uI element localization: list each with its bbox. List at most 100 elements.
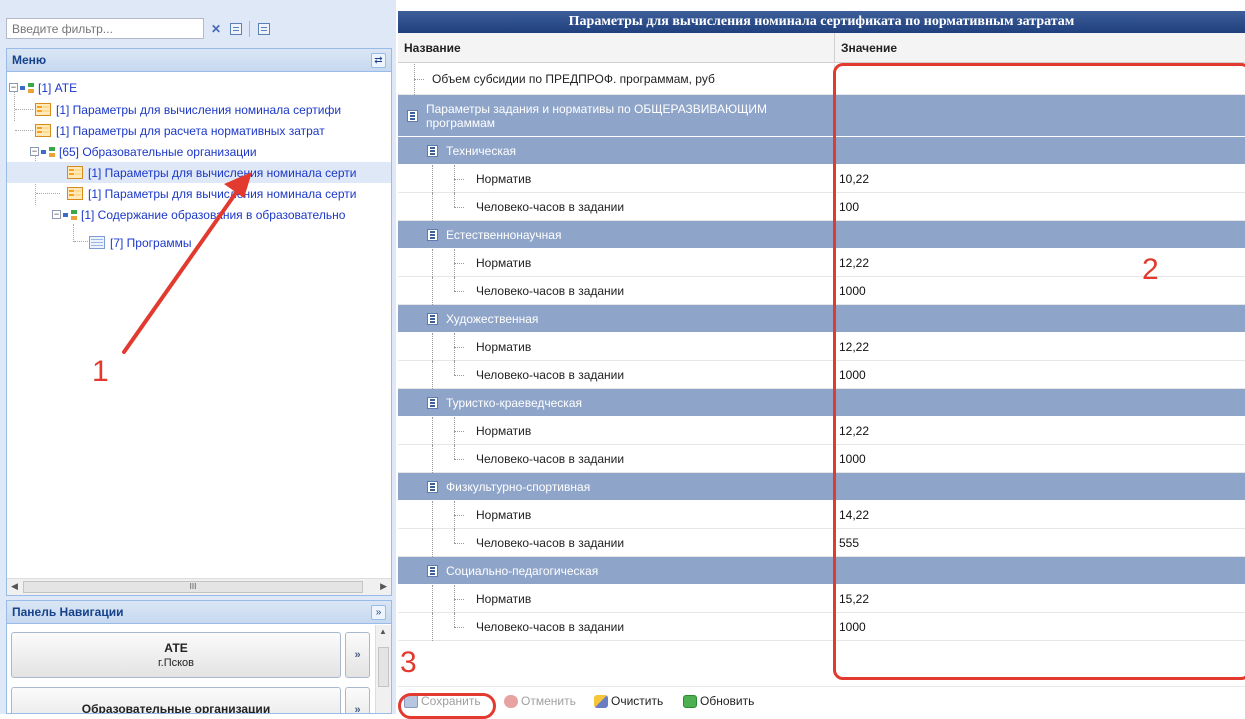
tree-connector xyxy=(454,277,455,291)
grid-param-row[interactable]: Человеко-часов в задании 1000 xyxy=(398,277,1245,305)
grid-subgroup-row[interactable]: Физкультурно-спортивная xyxy=(398,473,1245,501)
tree-node-params-certificate-2[interactable]: [1] Параметры для вычисления номинала се… xyxy=(67,183,358,204)
param-label: Норматив xyxy=(476,507,532,522)
expand-tree-button[interactable] xyxy=(226,18,246,39)
collapse-group-icon[interactable] xyxy=(427,312,438,325)
param-label: Человеко-часов в задании xyxy=(476,619,625,634)
value-cell[interactable]: 1000 xyxy=(835,361,1245,388)
tree-node-params-costs[interactable]: [1] Параметры для расчета нормативных за… xyxy=(35,120,327,141)
grid-param-row[interactable]: Человеко-часов в задании 555 xyxy=(398,529,1245,557)
tree-connector xyxy=(454,207,464,208)
nav-go-button[interactable]: » xyxy=(345,632,370,678)
value-cell[interactable]: 14,22 xyxy=(835,501,1245,528)
value-cell[interactable]: 12,22 xyxy=(835,249,1245,276)
value-cell[interactable]: 12,22 xyxy=(835,417,1245,444)
value-cell xyxy=(835,557,1245,584)
tree-node-label: [65] Образовательные организации xyxy=(59,144,257,159)
column-header-value[interactable]: Значение xyxy=(835,33,1245,63)
name-cell: Человеко-часов в задании xyxy=(398,277,835,305)
grid-subgroup-row[interactable]: Социально-педагогическая xyxy=(398,557,1245,585)
collapse-group-icon[interactable] xyxy=(427,228,438,241)
collapse-panel-button[interactable]: » xyxy=(371,605,386,620)
scroll-up-icon[interactable]: ▲ xyxy=(379,627,387,636)
close-icon: ✕ xyxy=(210,21,222,36)
collapse-group-icon[interactable] xyxy=(427,480,438,493)
value-cell[interactable]: 1000 xyxy=(835,277,1245,304)
collapse-group-icon[interactable] xyxy=(427,144,438,157)
collapse-group-icon[interactable] xyxy=(427,396,438,409)
param-label: Объем субсидии по ПРЕДПРОФ. программам, … xyxy=(432,72,715,86)
grid-param-row[interactable]: Норматив 12,22 xyxy=(398,249,1245,277)
collapse-toggle-icon[interactable]: − xyxy=(52,210,61,219)
cancel-button[interactable]: Отменить xyxy=(504,692,576,710)
scroll-right-icon[interactable]: ▶ xyxy=(380,581,387,592)
grid-subgroup-row[interactable]: Художественная xyxy=(398,305,1245,333)
refresh-menu-button[interactable]: ⇄ xyxy=(371,53,386,68)
value-cell[interactable]: 1000 xyxy=(835,445,1245,472)
collapse-group-icon[interactable] xyxy=(407,109,418,122)
value-cell[interactable] xyxy=(835,64,1245,94)
grid-param-row[interactable]: Человеко-часов в задании 1000 xyxy=(398,613,1245,641)
name-cell: Норматив xyxy=(398,585,835,613)
grid-param-row[interactable]: Норматив 12,22 xyxy=(398,417,1245,445)
grid-param-row[interactable]: Человеко-часов в задании 100 xyxy=(398,193,1245,221)
navigation-list: АТЕ г.Псков » Образовательные организаци… xyxy=(7,625,375,713)
tree-node-programs[interactable]: [7] Программы xyxy=(89,232,194,253)
name-cell: Естественнонаучная xyxy=(398,221,835,248)
clear-button[interactable]: Очистить xyxy=(594,692,663,710)
tree-node-params-certificate-selected[interactable]: [1] Параметры для вычисления номинала се… xyxy=(7,162,391,183)
value-cell[interactable]: 100 xyxy=(835,193,1245,220)
grid-param-row[interactable]: Человеко-часов в задании 1000 xyxy=(398,361,1245,389)
collapse-toggle-icon[interactable]: − xyxy=(9,83,18,92)
tree-connector xyxy=(15,109,33,110)
tree-connector xyxy=(454,599,464,600)
tree-connector xyxy=(454,613,455,627)
grid-param-row[interactable]: Норматив 14,22 xyxy=(398,501,1245,529)
right-pane: Параметры для вычисления номинала сертиф… xyxy=(398,0,1245,714)
tree-node-params-certificate[interactable]: [1] Параметры для вычисления номинала се… xyxy=(35,99,343,120)
name-cell: Человеко-часов в задании xyxy=(398,613,835,641)
tree-node-ate[interactable]: − [1] АТЕ xyxy=(9,77,79,98)
collapse-group-icon[interactable] xyxy=(427,564,438,577)
column-header-name[interactable]: Название xyxy=(398,33,835,63)
collapse-toggle-icon[interactable]: − xyxy=(30,147,39,156)
tree-connector xyxy=(36,193,60,194)
navigation-vertical-scrollbar[interactable]: ▲ xyxy=(375,625,391,713)
grid-subgroup-row[interactable]: Техническая xyxy=(398,137,1245,165)
filter-input[interactable] xyxy=(6,18,204,39)
clear-filter-button[interactable]: ✕ xyxy=(206,18,226,39)
refresh-button[interactable]: Обновить xyxy=(683,692,754,710)
tree-connector xyxy=(414,79,424,80)
grid-subgroup-row[interactable]: Естественнонаучная xyxy=(398,221,1245,249)
param-label: Норматив xyxy=(476,171,532,186)
nav-item-edu-orgs[interactable]: Образовательные организации xyxy=(11,687,341,713)
save-button[interactable]: Сохранить xyxy=(404,692,481,710)
value-cell[interactable]: 1000 xyxy=(835,613,1245,640)
collapse-tree-button[interactable] xyxy=(254,18,274,39)
clear-label: Очистить xyxy=(611,694,664,708)
name-cell: Норматив xyxy=(398,417,835,445)
cancel-icon xyxy=(504,694,518,708)
menu-horizontal-scrollbar[interactable]: ◀ III ▶ xyxy=(7,578,391,595)
value-cell[interactable]: 12,22 xyxy=(835,333,1245,360)
value-cell[interactable]: 15,22 xyxy=(835,585,1245,612)
tree-node-edu-content[interactable]: − [1] Содержание образования в образоват… xyxy=(52,204,347,225)
grid-row-subsidy[interactable]: Объем субсидии по ПРЕДПРОФ. программам, … xyxy=(398,64,1245,95)
grid-group-row[interactable]: Параметры задания и нормативы по ОБЩЕРАЗ… xyxy=(398,95,1245,137)
nav-item-ate[interactable]: АТЕ г.Псков xyxy=(11,632,341,678)
tree-node-edu-orgs[interactable]: − [65] Образовательные организации xyxy=(30,141,259,162)
scroll-left-icon[interactable]: ◀ xyxy=(11,581,18,592)
scroll-thumb[interactable] xyxy=(378,647,389,687)
grid-param-row[interactable]: Норматив 12,22 xyxy=(398,333,1245,361)
grid-subgroup-row[interactable]: Туристко-краеведческая xyxy=(398,389,1245,417)
grid-param-row[interactable]: Норматив 10,22 xyxy=(398,165,1245,193)
grid-param-row[interactable]: Норматив 15,22 xyxy=(398,585,1245,613)
value-cell[interactable]: 10,22 xyxy=(835,165,1245,192)
tree-connector xyxy=(432,613,433,641)
nav-go-button[interactable]: » xyxy=(345,687,370,713)
tree-node-label: [1] Содержание образования в образовател… xyxy=(81,207,346,222)
grid-param-row[interactable]: Человеко-часов в задании 1000 xyxy=(398,445,1245,473)
scroll-thumb[interactable]: III xyxy=(23,581,363,593)
tree-connector xyxy=(15,130,33,131)
value-cell[interactable]: 555 xyxy=(835,529,1245,556)
